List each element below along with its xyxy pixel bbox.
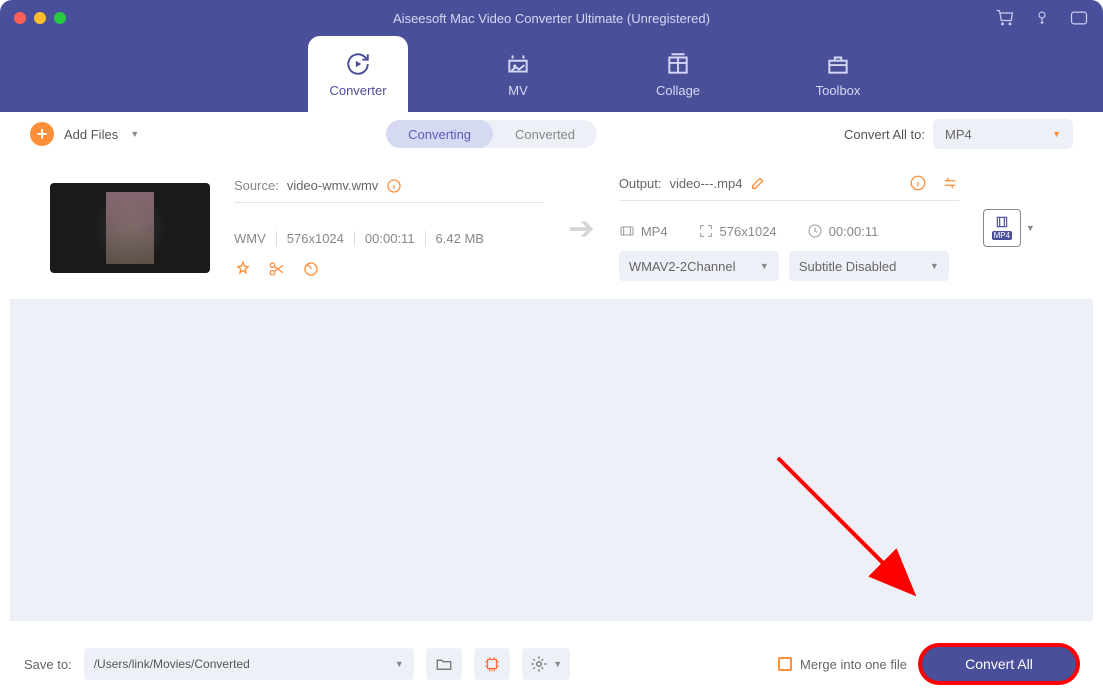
chevron-down-icon: ▼ xyxy=(930,261,939,271)
source-column: Source: video-wmv.wmv WMV 576x1024 00:00… xyxy=(234,178,544,278)
output-format-button[interactable]: MP4 xyxy=(983,209,1021,247)
feedback-icon[interactable] xyxy=(1069,8,1089,28)
tab-mv-label: MV xyxy=(508,83,528,98)
merge-checkbox[interactable]: Merge into one file xyxy=(778,657,907,672)
video-thumbnail[interactable] xyxy=(50,183,210,273)
gpu-accel-button[interactable]: ON xyxy=(474,648,510,680)
plus-icon: + xyxy=(30,122,54,146)
tab-converter[interactable]: Converter xyxy=(308,36,408,112)
bottom-bar: Save to: /Users/link/Movies/Converted ▼ … xyxy=(0,629,1103,699)
window-controls xyxy=(14,12,66,24)
audio-dropdown[interactable]: WMAV2-2Channel ▼ xyxy=(619,251,779,281)
titlebar: Aiseesoft Mac Video Converter Ultimate (… xyxy=(0,0,1103,36)
convert-all-to-value: MP4 xyxy=(945,127,972,142)
output-filename: video---.mp4 xyxy=(669,176,742,191)
add-files-label: Add Files xyxy=(64,127,118,142)
key-icon[interactable] xyxy=(1033,8,1051,28)
convert-all-button[interactable]: Convert All xyxy=(919,644,1079,684)
save-to-label: Save to: xyxy=(24,657,72,672)
add-files-button[interactable]: + Add Files xyxy=(30,122,118,146)
compress-icon[interactable] xyxy=(234,260,252,278)
output-resolution: 576x1024 xyxy=(720,224,777,239)
cart-icon[interactable] xyxy=(995,8,1015,28)
output-duration: 00:00:11 xyxy=(829,224,879,239)
info-icon[interactable] xyxy=(386,178,402,194)
tab-converting[interactable]: Converting xyxy=(386,120,493,148)
close-window-button[interactable] xyxy=(14,12,26,24)
format-badge: MP4 xyxy=(992,231,1012,240)
chevron-down-icon: ▼ xyxy=(395,659,404,669)
source-size: 6.42 MB xyxy=(436,231,494,246)
convert-all-label: Convert All xyxy=(965,656,1033,672)
video-icon xyxy=(619,223,635,239)
status-tabs: Converting Converted xyxy=(386,120,597,148)
cut-icon[interactable] xyxy=(268,260,286,278)
output-label: Output: xyxy=(619,176,662,191)
arrow-icon: ➔ xyxy=(568,209,595,247)
source-resolution: 576x1024 xyxy=(287,231,355,246)
toolbar: + Add Files ▼ Converting Converted Conve… xyxy=(10,112,1093,156)
film-icon xyxy=(993,215,1011,229)
tab-toolbox-label: Toolbox xyxy=(816,83,861,98)
file-item: Source: video-wmv.wmv WMV 576x1024 00:00… xyxy=(10,156,1093,299)
tab-mv[interactable]: MV xyxy=(468,36,568,112)
chevron-down-icon: ▼ xyxy=(553,659,562,669)
tab-collage-label: Collage xyxy=(656,83,700,98)
format-dropdown-icon[interactable]: ▼ xyxy=(1026,223,1035,233)
output-format: MP4 xyxy=(641,224,668,239)
maximize-window-button[interactable] xyxy=(54,12,66,24)
output-column: Output: video---.mp4 MP4 576x1024 00:00:… xyxy=(619,174,959,281)
minimize-window-button[interactable] xyxy=(34,12,46,24)
settings-button[interactable]: ▼ xyxy=(522,648,570,680)
tab-converter-label: Converter xyxy=(329,83,386,98)
source-filename: video-wmv.wmv xyxy=(287,178,379,193)
window-title: Aiseesoft Mac Video Converter Ultimate (… xyxy=(0,11,1103,26)
chevron-down-icon: ▼ xyxy=(1052,129,1061,139)
enhance-icon[interactable] xyxy=(941,174,959,192)
main-nav: Converter MV Collage Toolbox xyxy=(0,36,1103,112)
chevron-down-icon: ▼ xyxy=(760,261,769,271)
source-duration: 00:00:11 xyxy=(365,231,426,246)
svg-text:ON: ON xyxy=(488,668,495,673)
source-meta: WMV 576x1024 00:00:11 6.42 MB xyxy=(234,231,544,246)
open-folder-button[interactable] xyxy=(426,648,462,680)
save-to-dropdown[interactable]: /Users/link/Movies/Converted ▼ xyxy=(84,648,414,680)
convert-all-to-dropdown[interactable]: MP4 ▼ xyxy=(933,119,1073,149)
clock-icon xyxy=(807,223,823,239)
tab-collage[interactable]: Collage xyxy=(628,36,728,112)
audio-value: WMAV2-2Channel xyxy=(629,259,736,274)
checkbox-icon xyxy=(778,657,792,671)
subtitle-dropdown[interactable]: Subtitle Disabled ▼ xyxy=(789,251,949,281)
tab-toolbox[interactable]: Toolbox xyxy=(788,36,888,112)
tab-converted[interactable]: Converted xyxy=(493,120,597,148)
subtitle-value: Subtitle Disabled xyxy=(799,259,897,274)
merge-label: Merge into one file xyxy=(800,657,907,672)
file-list: Source: video-wmv.wmv WMV 576x1024 00:00… xyxy=(10,156,1093,621)
metadata-icon[interactable] xyxy=(909,174,927,192)
edit-icon[interactable] xyxy=(750,175,766,191)
source-format: WMV xyxy=(234,231,277,246)
convert-all-to-label: Convert All to: xyxy=(844,127,925,142)
effect-icon[interactable] xyxy=(302,260,320,278)
resolution-icon xyxy=(698,223,714,239)
add-files-dropdown[interactable]: ▼ xyxy=(130,129,139,139)
save-to-path: /Users/link/Movies/Converted xyxy=(94,657,250,671)
source-label: Source: xyxy=(234,178,279,193)
